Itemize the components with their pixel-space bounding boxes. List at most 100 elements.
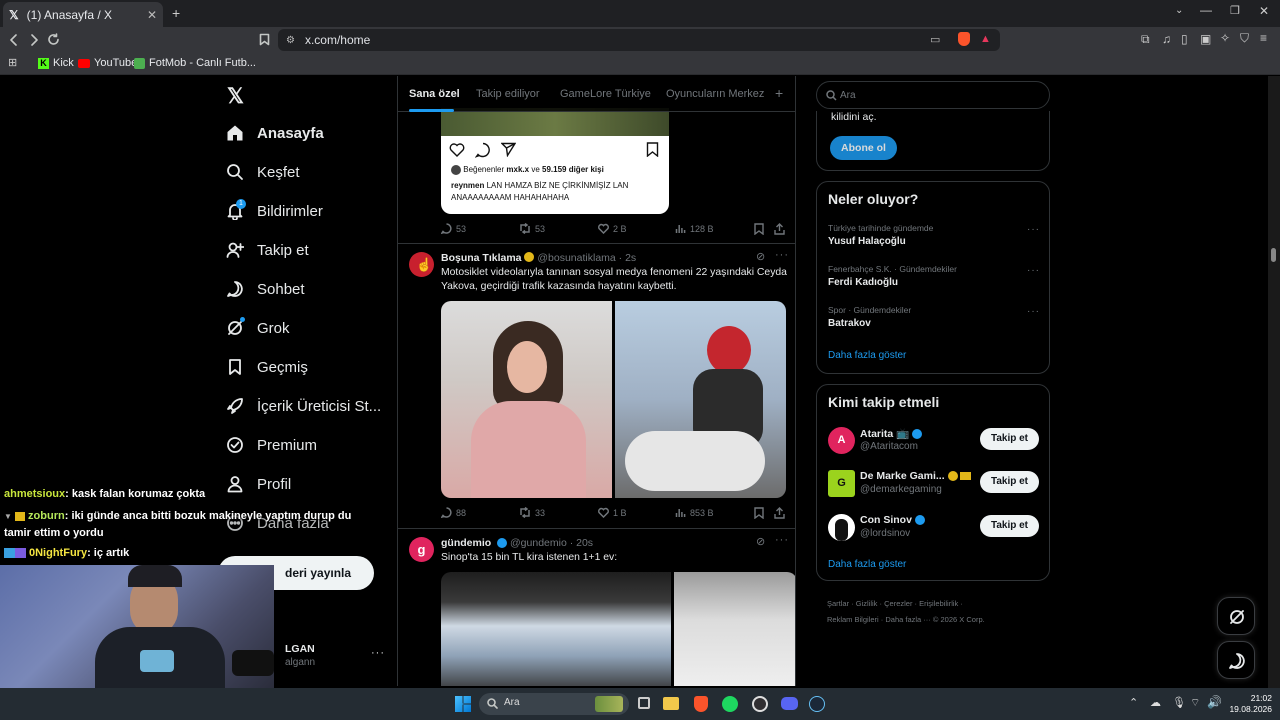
discord-icon[interactable]: [781, 697, 798, 710]
scrollbar-thumb[interactable]: [1271, 248, 1276, 262]
add-tab-icon[interactable]: +: [775, 85, 783, 101]
bookmark-page-icon[interactable]: [259, 33, 270, 46]
author-handle[interactable]: @gundemio: [510, 537, 567, 549]
suggestion-row[interactable]: Con Sinov @lordsinov Takip et: [817, 512, 1049, 548]
extensions-icon[interactable]: ⧉: [1141, 32, 1150, 47]
maximize-icon[interactable]: ❐: [1230, 4, 1240, 17]
nav-premium[interactable]: Premium: [226, 436, 317, 454]
minimize-icon[interactable]: —: [1200, 3, 1212, 17]
spotify-icon[interactable]: [722, 696, 738, 712]
trend-more-icon[interactable]: ···: [1027, 306, 1040, 317]
tweet-bookmark-icon[interactable]: [754, 507, 764, 519]
suggestion-row[interactable]: A Atarita 📺 @Ataritacom Takip et: [817, 425, 1049, 461]
menu-icon[interactable]: ≡: [1260, 31, 1267, 45]
microphone-icon[interactable]: 🎙: [1172, 696, 1186, 709]
grok-explain-icon[interactable]: ⊘: [756, 535, 765, 548]
browser-tab[interactable]: 𝕏 (1) Anasayfa / X ✕: [3, 2, 163, 27]
reload-icon[interactable]: [47, 33, 60, 46]
cast-icon[interactable]: ▭: [930, 33, 940, 46]
follow-button[interactable]: Takip et: [980, 471, 1039, 493]
back-icon[interactable]: [8, 34, 20, 46]
tab-for-you[interactable]: Sana özel: [409, 88, 460, 100]
address-bar[interactable]: ⚙ x.com/home ▭ ▲: [278, 29, 1000, 51]
reply-action[interactable]: 53: [441, 223, 466, 234]
brave-shield-icon[interactable]: [958, 32, 970, 46]
tweet-share-icon[interactable]: [774, 507, 785, 519]
nav-notifications[interactable]: 1 Bildirimler: [226, 199, 323, 220]
nav-profile[interactable]: Profil: [226, 475, 291, 493]
nav-creator-studio[interactable]: İçerik Üreticisi St...: [226, 397, 381, 415]
start-button[interactable]: [455, 696, 471, 712]
grok-explain-icon[interactable]: ⊘: [756, 250, 765, 263]
tweet-share-icon[interactable]: [774, 223, 785, 235]
nav-home[interactable]: Anasayfa: [226, 124, 324, 142]
url-text[interactable]: x.com/home: [305, 33, 370, 47]
follow-button[interactable]: Takip et: [980, 515, 1039, 537]
avatar[interactable]: A: [828, 427, 855, 454]
account-more-icon[interactable]: ···: [371, 647, 385, 659]
new-tab-icon[interactable]: +: [172, 5, 180, 21]
file-explorer-icon[interactable]: [663, 697, 679, 710]
tab-list-chevron-icon[interactable]: ⌄: [1175, 5, 1183, 16]
author-avatar[interactable]: g: [409, 537, 434, 562]
account-switcher[interactable]: LGAN algann ···: [275, 641, 385, 673]
leo-icon[interactable]: ✧: [1220, 31, 1230, 45]
author-handle[interactable]: @bosunatiklama: [537, 252, 615, 264]
brave-icon[interactable]: [694, 696, 708, 712]
footer-more[interactable]: Daha fazla ···: [885, 615, 930, 624]
search-box[interactable]: Ara: [816, 81, 1050, 109]
tweet-time[interactable]: · 20s: [570, 537, 593, 549]
tweet[interactable]: Beğenenler mxk.x ve 59.159 diğer kişi re…: [398, 108, 795, 244]
close-tab-icon[interactable]: ✕: [147, 8, 157, 22]
tweet[interactable]: g gündemio @gundemio · 20s ⊘ ··· Sinop't…: [398, 529, 795, 686]
bookmark-youtube[interactable]: YouTube: [78, 57, 137, 69]
tweet-photo-1[interactable]: [441, 301, 612, 498]
tweet-photo-1[interactable]: [441, 572, 671, 686]
tweet-image[interactable]: Beğenenler mxk.x ve 59.159 diğer kişi re…: [441, 108, 669, 214]
trend-item[interactable]: Türkiye tarihinde gündemde Yusuf Halaçoğ…: [817, 220, 1049, 256]
trend-item[interactable]: Spor · Gündemdekiler Batrakov ···: [817, 302, 1049, 338]
follow-button[interactable]: Takip et: [980, 428, 1039, 450]
bookmark-fotmob[interactable]: FotMob - Canlı Futb...: [134, 57, 256, 69]
author-name[interactable]: Boşuna Tıklama: [441, 252, 522, 264]
like-action[interactable]: 1 B: [598, 507, 627, 518]
close-window-icon[interactable]: ✕: [1259, 4, 1269, 18]
nav-follow[interactable]: Takip et: [226, 241, 309, 259]
media-icon[interactable]: ♫: [1162, 32, 1171, 46]
footer-accessibility[interactable]: Erişilebilirlik: [919, 599, 958, 608]
repost-action[interactable]: 53: [519, 223, 545, 234]
tweet-photo-2[interactable]: [674, 572, 795, 686]
like-action[interactable]: 2 B: [598, 223, 627, 234]
reply-action[interactable]: 88: [441, 507, 466, 518]
tab-following[interactable]: Takip ediliyor: [476, 88, 540, 100]
footer-privacy[interactable]: Gizlilik: [856, 599, 878, 608]
show-more-link[interactable]: Daha fazla göster: [828, 559, 906, 570]
wifi-icon[interactable]: ⌔: [1190, 696, 1200, 710]
task-view-icon[interactable]: [638, 697, 650, 709]
nav-bookmarks[interactable]: Geçmiş: [226, 358, 308, 376]
tweet-bookmark-icon[interactable]: [754, 223, 764, 235]
tweet-time[interactable]: · 2s: [619, 252, 637, 264]
nav-chat[interactable]: Sohbet: [226, 280, 305, 298]
site-info-icon[interactable]: ⚙: [286, 35, 295, 46]
show-more-link[interactable]: Daha fazla göster: [828, 350, 906, 361]
steam-icon[interactable]: [809, 696, 825, 712]
bookmark-kick[interactable]: K Kick: [38, 57, 74, 69]
avatar[interactable]: G: [828, 470, 855, 497]
obs-icon[interactable]: [752, 696, 768, 712]
views-action[interactable]: 853 B: [675, 507, 714, 518]
x-logo-icon[interactable]: 𝕏: [227, 84, 244, 109]
trend-item[interactable]: Fenerbahçe S.K. · Gündemdekiler Ferdi Ka…: [817, 261, 1049, 297]
suggestion-row[interactable]: G De Marke Gami... @demarkegaming Takip …: [817, 468, 1049, 504]
trend-more-icon[interactable]: ···: [1027, 265, 1040, 276]
vpn-icon[interactable]: ⛉: [1240, 31, 1249, 46]
tweet-photo-2[interactable]: [615, 301, 786, 498]
volume-icon[interactable]: 🔊: [1207, 695, 1222, 709]
tab-oyuncularin-merkezi[interactable]: Oyuncuların Merkezi: [666, 88, 764, 100]
nav-grok[interactable]: Grok: [226, 317, 290, 337]
footer-terms[interactable]: Şartlar: [827, 599, 849, 608]
taskbar-search[interactable]: Ara: [479, 693, 629, 715]
sidebar-icon[interactable]: ▯: [1181, 32, 1188, 46]
messages-float-button[interactable]: [1217, 641, 1255, 679]
brave-rewards-icon[interactable]: ▲: [980, 33, 991, 45]
